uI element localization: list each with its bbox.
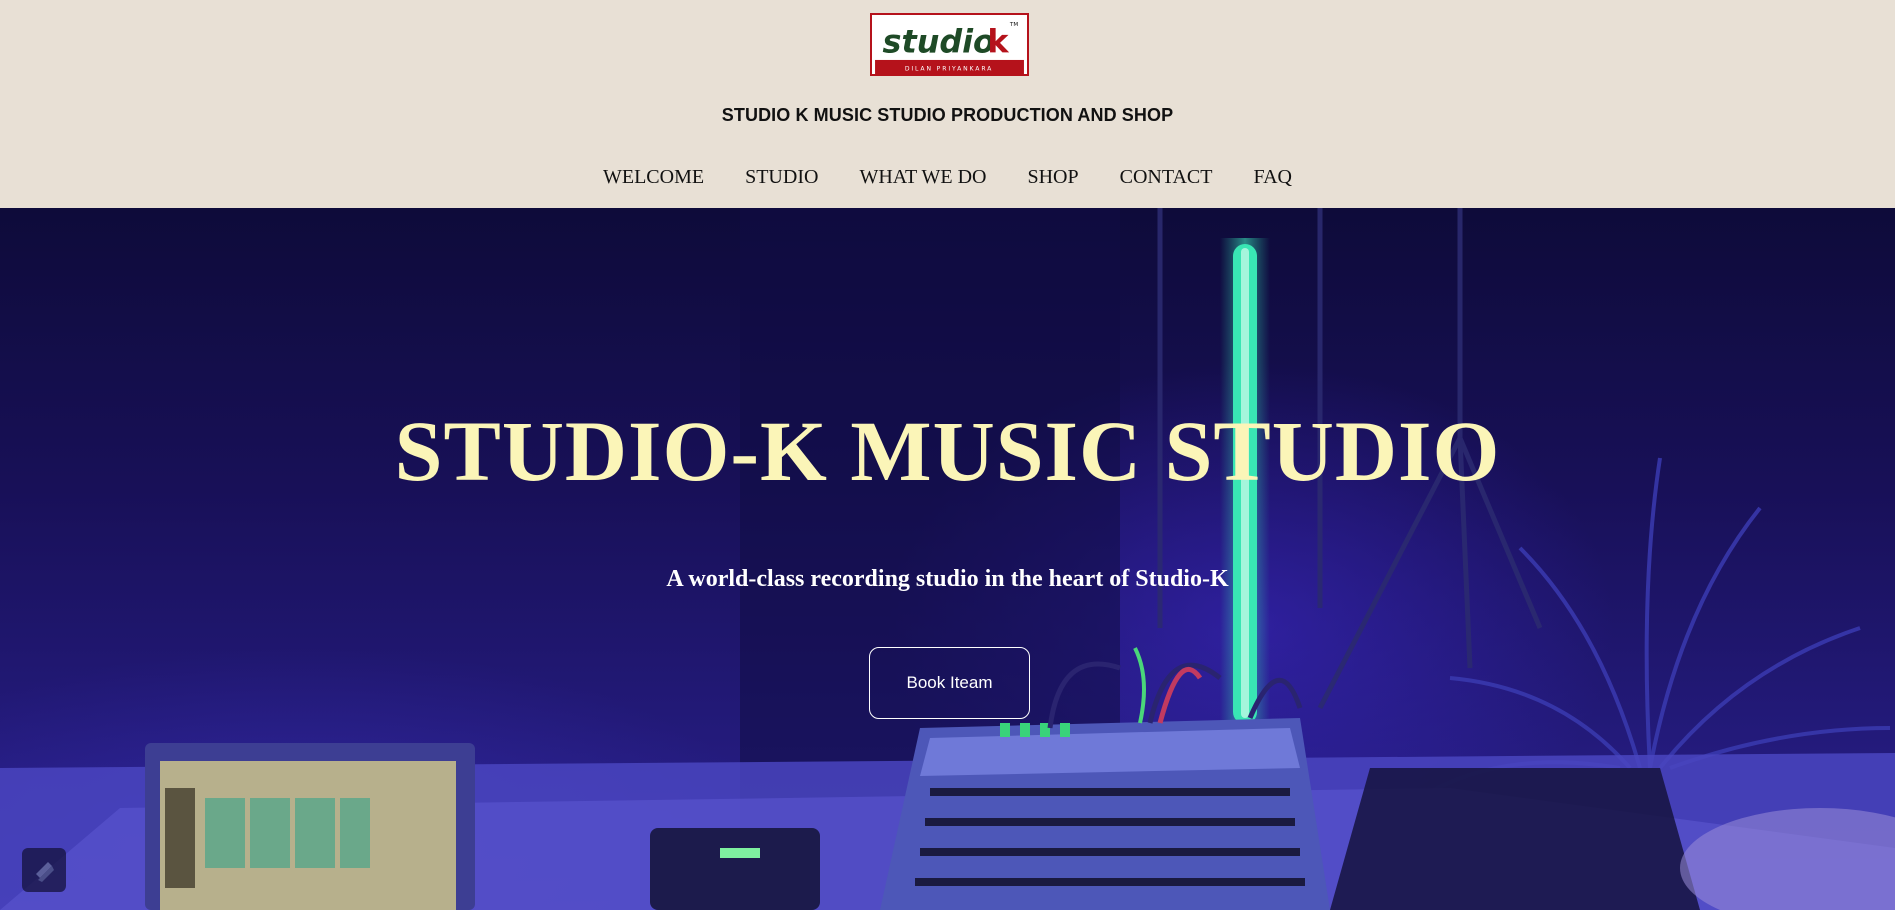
main-nav: WELCOME STUDIO WHAT WE DO SHOP CONTACT F… bbox=[0, 166, 1895, 189]
nav-contact[interactable]: CONTACT bbox=[1120, 166, 1213, 189]
svg-text:TM: TM bbox=[1009, 22, 1018, 28]
corner-widget[interactable] bbox=[22, 848, 66, 892]
site-header: studio k TM DILAN PRIYANKARA STUDIO K MU… bbox=[0, 0, 1895, 208]
site-title: STUDIO K MUSIC STUDIO PRODUCTION AND SHO… bbox=[721, 105, 1174, 125]
hero-subtitle: A world-class recording studio in the he… bbox=[666, 566, 1229, 592]
nav-welcome[interactable]: WELCOME bbox=[603, 166, 704, 189]
nav-faq[interactable]: FAQ bbox=[1253, 166, 1292, 189]
nav-what-we-do[interactable]: WHAT WE DO bbox=[859, 166, 986, 189]
nav-shop[interactable]: SHOP bbox=[1027, 166, 1078, 189]
hero-title: STUDIO-K MUSIC STUDIO bbox=[394, 403, 1501, 499]
studio-k-logo-image: studio k TM DILAN PRIYANKARA bbox=[875, 15, 1024, 74]
hero-background-image bbox=[0, 208, 1895, 910]
studio-k-logo[interactable]: studio k TM DILAN PRIYANKARA bbox=[870, 13, 1029, 76]
hero-section: STUDIO-K MUSIC STUDIO A world-class reco… bbox=[0, 208, 1895, 910]
nav-studio[interactable]: STUDIO bbox=[745, 166, 818, 189]
svg-text:DILAN PRIYANKARA: DILAN PRIYANKARA bbox=[905, 65, 993, 72]
brand-badge-icon bbox=[36, 862, 54, 882]
svg-text:k: k bbox=[987, 22, 1009, 60]
svg-text:studio: studio bbox=[883, 22, 995, 60]
book-item-button[interactable]: Book Iteam bbox=[869, 647, 1030, 719]
